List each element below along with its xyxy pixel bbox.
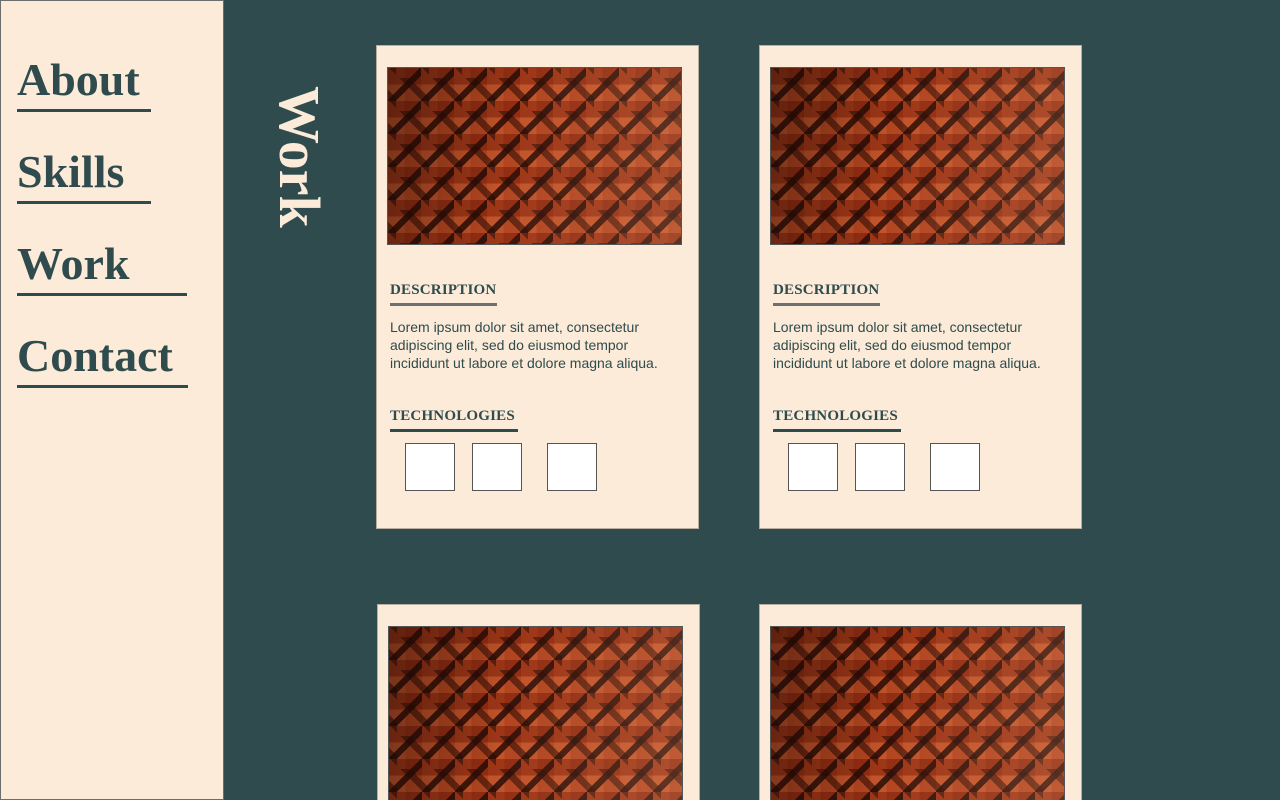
project-card[interactable]: DESCRIPTION Lorem ipsum dolor sit amet, … <box>376 45 699 529</box>
technology-icon-placeholder <box>472 443 522 491</box>
technology-icon-placeholder <box>547 443 597 491</box>
technology-icon-placeholder <box>855 443 905 491</box>
project-card[interactable]: DESCRIPTION Lorem ipsum dolor sit amet, … <box>759 45 1082 529</box>
technology-icon-placeholder <box>405 443 455 491</box>
nav-link-about[interactable]: About <box>17 57 151 112</box>
nav-link-skills[interactable]: Skills <box>17 149 151 204</box>
technology-icon-placeholder <box>788 443 838 491</box>
project-image <box>387 67 682 245</box>
technologies-heading: TECHNOLOGIES <box>390 408 518 432</box>
project-card[interactable] <box>759 604 1082 800</box>
project-description: Lorem ipsum dolor sit amet, consectetur … <box>773 319 1041 371</box>
nav-link-contact[interactable]: Contact <box>17 333 188 388</box>
technology-icon-placeholder <box>930 443 980 491</box>
sidebar-nav: About Skills Work Contact <box>0 0 224 800</box>
technologies-heading: TECHNOLOGIES <box>773 408 901 432</box>
project-description: Lorem ipsum dolor sit amet, consectetur … <box>390 319 658 371</box>
project-card[interactable] <box>377 604 700 800</box>
nav-link-work[interactable]: Work <box>17 241 187 296</box>
description-heading: DESCRIPTION <box>773 282 880 306</box>
project-image <box>388 626 683 800</box>
section-title: Work <box>267 86 332 228</box>
project-image <box>770 626 1065 800</box>
description-heading: DESCRIPTION <box>390 282 497 306</box>
project-image <box>770 67 1065 245</box>
